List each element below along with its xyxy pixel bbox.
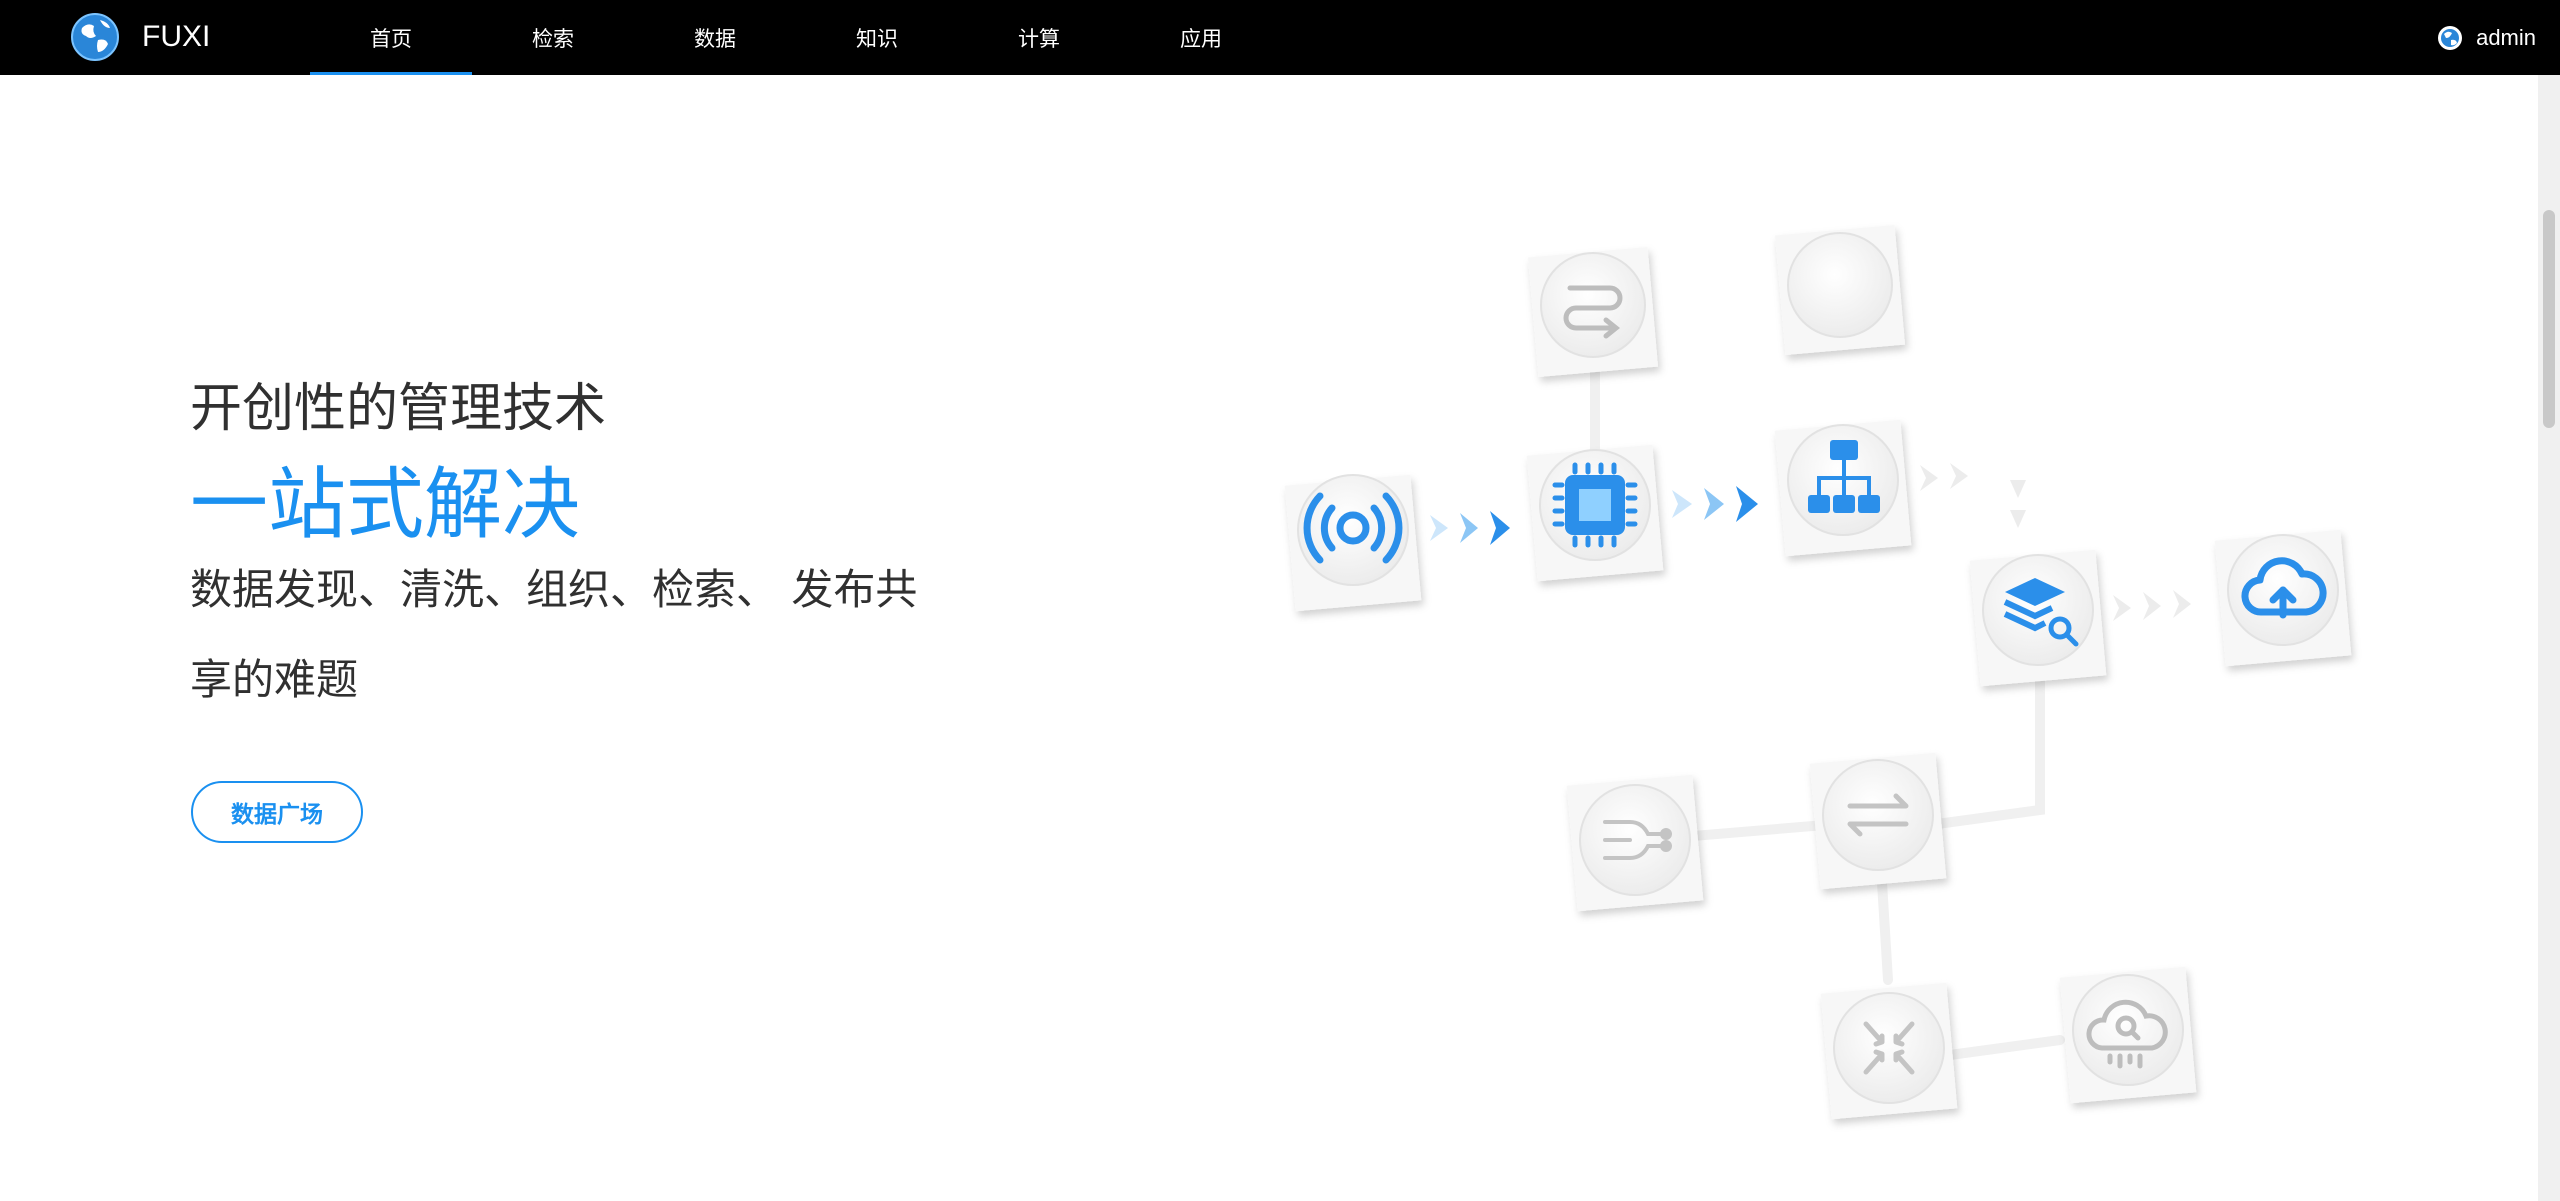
node-merge-lines bbox=[1566, 774, 1704, 912]
hero-headline: 一站式解决 bbox=[190, 460, 581, 550]
nav-item-application[interactable]: 应用 bbox=[1120, 0, 1282, 75]
brand-name: FUXI bbox=[142, 20, 211, 53]
node-chip bbox=[1526, 444, 1664, 582]
node-cloud-search bbox=[2059, 966, 2197, 1104]
node-layers-search bbox=[1969, 549, 2107, 687]
user-menu[interactable]: admin bbox=[2436, 0, 2560, 75]
nav-item-home[interactable]: 首页 bbox=[310, 0, 472, 75]
hero-description: 数据发现、清洗、组织、检索、 发布共享的难题 bbox=[190, 565, 918, 704]
nav-item-compute[interactable]: 计算 bbox=[958, 0, 1120, 75]
nav-item-data[interactable]: 数据 bbox=[634, 0, 796, 75]
vertical-scrollbar[interactable] bbox=[2538, 75, 2560, 1201]
node-hierarchy bbox=[1774, 419, 1912, 557]
flow-arrows-3 bbox=[1920, 463, 2026, 528]
top-navigation-bar: FUXI 首页 检索 数据 知识 计算 应用 admin bbox=[0, 0, 2560, 75]
node-swap bbox=[1527, 246, 1659, 378]
brand[interactable]: FUXI bbox=[70, 12, 210, 62]
nav-item-knowledge[interactable]: 知识 bbox=[796, 0, 958, 75]
flow-arrows-4 bbox=[2113, 590, 2191, 621]
hero-tagline: 开创性的管理技术 bbox=[190, 379, 607, 439]
node-blank bbox=[1774, 224, 1906, 356]
username: admin bbox=[2476, 24, 2536, 50]
data-square-button[interactable]: 数据广场 bbox=[191, 781, 363, 843]
data-pipeline-illustration bbox=[1284, 224, 2352, 1120]
scrollbar-thumb[interactable] bbox=[2543, 210, 2555, 428]
flow-arrows-2 bbox=[1672, 486, 1758, 522]
node-signal bbox=[1284, 474, 1422, 612]
node-collapse bbox=[1820, 982, 1958, 1120]
flow-arrows-1 bbox=[1430, 511, 1510, 545]
node-transfer bbox=[1809, 752, 1947, 890]
nav-item-search[interactable]: 检索 bbox=[472, 0, 634, 75]
user-globe-icon bbox=[2438, 25, 2463, 50]
main-nav: 首页 检索 数据 知识 计算 应用 bbox=[310, 0, 1282, 75]
globe-logo-icon bbox=[71, 13, 119, 61]
node-cloud-upload bbox=[2214, 529, 2352, 667]
